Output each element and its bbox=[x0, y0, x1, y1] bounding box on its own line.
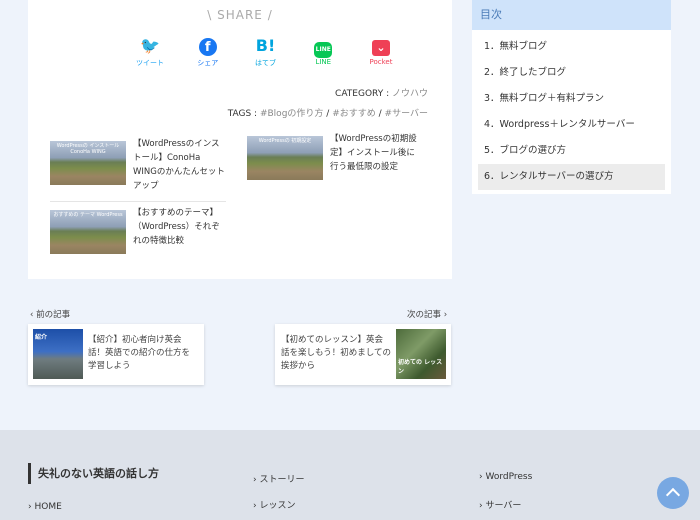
line-icon: LINE bbox=[314, 42, 333, 58]
line-share-label: LINE bbox=[315, 58, 332, 66]
thumbnail-caption: WordPressの 初期設定 bbox=[258, 138, 312, 144]
tag-link[interactable]: #おすすめ bbox=[332, 109, 376, 119]
prev-post-card[interactable]: 紹介 【紹介】初心者向け英会話！英語での紹介の仕方を学習しよう bbox=[28, 324, 204, 385]
toc-item[interactable]: 1．無料ブログ bbox=[478, 34, 665, 60]
footer-link-wordpress[interactable]: › WordPress bbox=[479, 472, 532, 482]
related-post-thumbnail: おすすめの テーマ WordPress bbox=[50, 210, 126, 254]
related-post-card[interactable]: WordPressの インストール ConoHa WING 【WordPress… bbox=[50, 137, 226, 191]
related-post-title: 【WordPressの初期設定】インストール後に行う最低限の設定 bbox=[330, 134, 417, 172]
tags-label: TAGS : bbox=[227, 109, 258, 119]
category-line: CATEGORY : ノウハウ bbox=[335, 86, 428, 99]
prev-post-thumbnail: 紹介 bbox=[33, 329, 83, 379]
thumbnail-caption: 初めての レッスン bbox=[398, 359, 443, 375]
thumbnail-caption: おすすめの テーマ WordPress bbox=[53, 212, 123, 218]
tags-line: TAGS : #Blogの作り方 / #おすすめ / #サーバー bbox=[228, 106, 428, 119]
footer-link-story[interactable]: › ストーリー bbox=[253, 472, 304, 485]
footer-link-label: サーバー bbox=[485, 501, 522, 511]
footer-site-title: 失礼のない英語の話し方 bbox=[28, 463, 159, 484]
related-post-card[interactable]: おすすめの テーマ WordPress 【おすすめのテーマ】（WordPress… bbox=[50, 206, 226, 258]
divider bbox=[50, 201, 226, 202]
footer-link-label: WordPress bbox=[485, 472, 533, 482]
next-post-thumbnail: 初めての レッスン bbox=[396, 329, 446, 379]
tag-link[interactable]: #Blogの作り方 bbox=[260, 109, 323, 119]
hatena-share-button[interactable]: B! はてブ bbox=[239, 36, 293, 68]
toc-item[interactable]: 3．無料ブログ＋有料プラン bbox=[478, 86, 665, 112]
related-post-title: 【おすすめのテーマ】（WordPress）それぞれの特徴比較 bbox=[133, 208, 220, 246]
share-title: \ SHARE / bbox=[207, 8, 273, 22]
twitter-share-button[interactable]: 🐦 ツイート bbox=[123, 36, 177, 68]
tag-separator: / bbox=[378, 109, 382, 119]
pocket-share-button[interactable]: ⌄ Pocket bbox=[354, 36, 408, 68]
twitter-icon: 🐦 bbox=[140, 36, 160, 55]
hatena-bookmark-icon: B! bbox=[255, 36, 276, 55]
prev-post-label: 前の記事 bbox=[36, 310, 71, 320]
tag-separator: / bbox=[326, 109, 330, 119]
site-footer: 失礼のない英語の話し方 › HOME › ストーリー › レッスン › Word… bbox=[0, 430, 700, 520]
footer-link-label: HOME bbox=[34, 502, 62, 512]
next-post-label: 次の記事 bbox=[407, 310, 442, 320]
thumbnail-caption: WordPressの インストール ConoHa WING bbox=[56, 143, 120, 155]
footer-link-lesson[interactable]: › レッスン bbox=[253, 498, 295, 511]
next-post-card[interactable]: 【初めてのレッスン】英会話を楽しもう！初めましての挨拶から 初めての レッスン bbox=[275, 324, 451, 385]
footer-link-label: レッスン bbox=[259, 501, 296, 511]
facebook-share-button[interactable]: f シェア bbox=[181, 36, 235, 68]
toc-widget: 目次 1．無料ブログ 2．終了したブログ 3．無料ブログ＋有料プラン 4．Wor… bbox=[472, 0, 671, 194]
facebook-icon: f bbox=[198, 38, 217, 56]
next-post-title: 【初めてのレッスン】英会話を楽しもう！初めましての挨拶から bbox=[281, 335, 391, 371]
toc-item[interactable]: 5．ブログの選び方 bbox=[478, 138, 665, 164]
toc-title: 目次 bbox=[472, 0, 671, 30]
pocket-share-label: Pocket bbox=[369, 58, 393, 66]
category-label: CATEGORY : bbox=[335, 89, 390, 99]
related-post-card[interactable]: WordPressの 初期設定 【WordPressの初期設定】インストール後に… bbox=[247, 132, 423, 184]
pocket-icon: ⌄ bbox=[372, 40, 390, 56]
toc-item[interactable]: 4．Wordpress＋レンタルサーバー bbox=[478, 112, 665, 138]
share-buttons: 🐦 ツイート f シェア B! はてブ LINE LINE ⌄ Pocket bbox=[123, 36, 408, 68]
thumbnail-caption: 紹介 bbox=[35, 334, 48, 341]
chevron-right-icon: › bbox=[441, 310, 448, 320]
tag-link[interactable]: #サーバー bbox=[385, 109, 428, 119]
prev-post-link[interactable]: ‹ 前の記事 bbox=[30, 308, 70, 320]
twitter-share-label: ツイート bbox=[136, 59, 164, 67]
line-share-button[interactable]: LINE LINE bbox=[296, 36, 350, 68]
related-post-title: 【WordPressのインストール】ConoHa WINGのかんたんセットアップ bbox=[133, 139, 225, 191]
related-post-thumbnail: WordPressの 初期設定 bbox=[247, 136, 323, 180]
next-post-link[interactable]: 次の記事 › bbox=[407, 308, 447, 320]
back-to-top-button[interactable] bbox=[657, 477, 689, 509]
toc-item-active[interactable]: 6．レンタルサーバーの選び方 bbox=[478, 164, 665, 190]
footer-link-label: ストーリー bbox=[259, 475, 305, 485]
related-post-thumbnail: WordPressの インストール ConoHa WING bbox=[50, 141, 126, 185]
footer-link-home[interactable]: › HOME bbox=[28, 502, 62, 512]
footer-link-server[interactable]: › サーバー bbox=[479, 498, 521, 511]
facebook-share-label: シェア bbox=[197, 59, 219, 67]
article-footer-card: \ SHARE / 🐦 ツイート f シェア B! はてブ LINE LINE … bbox=[28, 0, 452, 279]
prev-post-title: 【紹介】初心者向け英会話！英語での紹介の仕方を学習しよう bbox=[88, 335, 191, 371]
hatena-share-label: はてブ bbox=[255, 59, 276, 67]
toc-item[interactable]: 2．終了したブログ bbox=[478, 60, 665, 86]
category-link[interactable]: ノウハウ bbox=[392, 89, 428, 99]
